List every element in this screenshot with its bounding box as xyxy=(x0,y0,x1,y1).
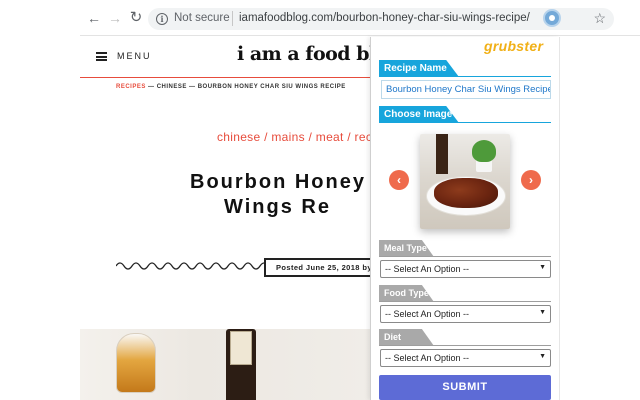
recipe-image-preview[interactable] xyxy=(420,134,510,229)
section-rule xyxy=(379,301,551,302)
info-icon[interactable]: i xyxy=(156,13,168,25)
post-title-line-2: Wings Re xyxy=(224,196,331,218)
star-icon[interactable]: ☆ xyxy=(593,10,606,27)
site-logo[interactable]: i am a food blog xyxy=(237,43,370,65)
meal-type-select[interactable]: -- Select An Option -- ▼ xyxy=(380,260,551,278)
grubster-logo: grubster xyxy=(484,38,544,54)
reload-icon[interactable]: ↻ xyxy=(128,10,144,26)
hero-image xyxy=(80,329,370,400)
previous-image-button[interactable]: ‹ xyxy=(389,170,409,190)
recipe-name-heading: Recipe Name xyxy=(379,60,459,77)
forward-arrow-icon[interactable]: → xyxy=(107,10,123,26)
website-page: MENU i am a food blog RECIPES — CHINESE … xyxy=(80,37,370,400)
food-type-select[interactable]: -- Select An Option -- ▼ xyxy=(380,305,551,323)
diet-heading: Diet xyxy=(379,329,434,346)
grubster-panel: grubster Recipe Name Bourbon Honey Char … xyxy=(370,37,560,400)
page-background xyxy=(560,37,640,400)
whiskey-glass-image xyxy=(116,333,156,393)
post-title-line-1: Bourbon Honey xyxy=(190,171,366,193)
menu-label[interactable]: MENU xyxy=(117,51,152,61)
post-title: Bourbon Honey Wings Re xyxy=(190,170,370,220)
section-rule xyxy=(379,76,551,77)
category-links[interactable]: chinese / mains / meat / recipes xyxy=(217,130,370,144)
posted-date-box: Posted June 25, 2018 by xyxy=(264,258,370,277)
breadcrumb-current: BOURBON HONEY CHAR SIU WINGS RECIPE xyxy=(197,84,346,90)
dropdown-arrow-icon: ▼ xyxy=(539,264,546,271)
url-separator xyxy=(232,11,233,26)
posted-date: Posted June 25, 2018 by xyxy=(276,263,370,272)
hamburger-icon[interactable] xyxy=(96,52,107,61)
url-text[interactable]: iamafoodblog.com/bourbon-honey-char-siu-… xyxy=(239,12,530,24)
header-divider xyxy=(80,77,370,78)
section-rule xyxy=(379,345,551,346)
bottle-label-image xyxy=(230,331,252,365)
breadcrumb: RECIPES — CHINESE — BOURBON HONEY CHAR S… xyxy=(116,84,346,90)
security-label[interactable]: Not secure xyxy=(174,12,230,24)
meal-type-heading: Meal Type xyxy=(379,240,434,257)
section-rule xyxy=(379,256,551,257)
next-image-button[interactable]: › xyxy=(521,170,541,190)
breadcrumb-separator: — xyxy=(186,84,198,90)
back-arrow-icon[interactable]: ← xyxy=(86,10,102,26)
bottle-image xyxy=(436,134,448,174)
breadcrumb-separator: — xyxy=(145,84,157,90)
dropdown-arrow-icon: ▼ xyxy=(539,353,546,360)
meal-type-value: -- Select An Option -- xyxy=(385,264,470,274)
wings-image xyxy=(434,178,498,208)
choose-image-heading: Choose Image xyxy=(379,106,459,123)
recipe-name-input[interactable]: Bourbon Honey Char Siu Wings Recipe xyxy=(381,80,551,99)
food-type-heading: Food Type xyxy=(379,285,434,302)
submit-button[interactable]: SUBMIT xyxy=(379,375,551,400)
breadcrumb-category-link[interactable]: CHINESE xyxy=(157,84,187,90)
food-type-value: -- Select An Option -- xyxy=(385,309,470,319)
wave-divider-icon xyxy=(116,262,266,270)
plant-image xyxy=(472,140,496,162)
browser-toolbar: ← → ↻ i Not secure iamafoodblog.com/bour… xyxy=(80,0,640,36)
diet-select[interactable]: -- Select An Option -- ▼ xyxy=(380,349,551,367)
diet-value: -- Select An Option -- xyxy=(385,353,470,363)
breadcrumb-recipes-link[interactable]: RECIPES xyxy=(116,84,146,90)
section-rule xyxy=(379,122,551,123)
dropdown-arrow-icon: ▼ xyxy=(539,309,546,316)
grubster-extension-icon[interactable] xyxy=(543,9,561,27)
